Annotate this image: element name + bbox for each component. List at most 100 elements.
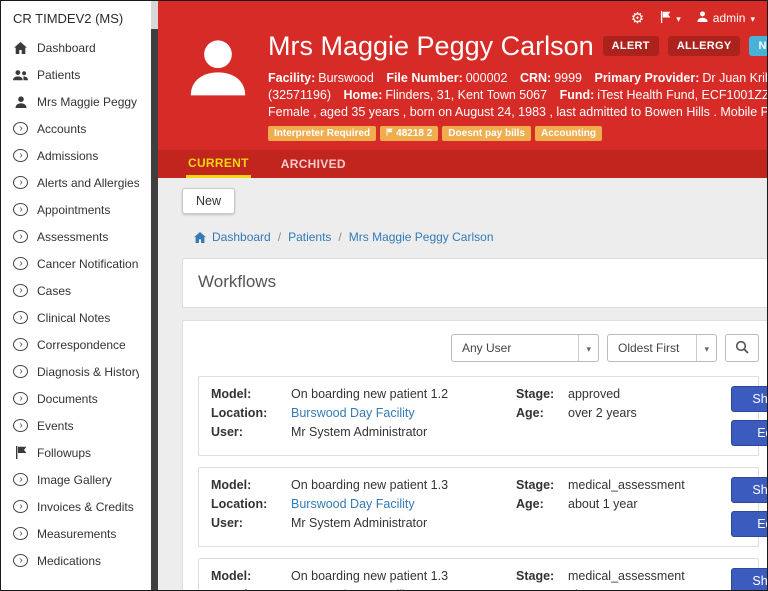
user-icon [697, 11, 708, 25]
sidebar-item-dashboard[interactable]: Dashboard [1, 34, 151, 61]
patient-tabs: CURRENT ARCHIVED [158, 150, 767, 178]
patient-info-line-2: (32571196) Home: Flinders, 31, Kent Town … [268, 87, 767, 104]
sidebar-item-correspondence[interactable]: Correspondence [1, 331, 151, 358]
crn-label: CRN: [519, 71, 552, 85]
sidebar-item-events[interactable]: Events [1, 412, 151, 439]
sidebar-item-label: Diagnosis & History [37, 364, 139, 379]
sidebar-item-clinical-notes[interactable]: Clinical Notes [1, 304, 151, 331]
sidebar-item-diagnosis-history[interactable]: Diagnosis & History [1, 358, 151, 385]
patient-info-line-3: Female , aged 35 years , born on August … [268, 105, 767, 119]
stage-value: medical_assessment [568, 478, 685, 492]
workflow-stage-fields: Stage: approved Age: over 2 years [516, 386, 731, 421]
sidebar-item-documents[interactable]: Documents [1, 385, 151, 412]
sidebar-scrollbar[interactable] [151, 1, 158, 590]
sidebar-item-label: Invoices & Credits [37, 499, 134, 514]
show-button[interactable]: Show [731, 477, 767, 503]
sidebar-item-medications[interactable]: Medications [1, 547, 151, 574]
caret-down-icon [750, 11, 755, 25]
sidebar-item-alerts-allergies[interactable]: Alerts and Allergies [1, 169, 151, 196]
sort-select[interactable]: Oldest First [607, 334, 717, 362]
flag-icon [660, 10, 671, 26]
settings-gear-icon[interactable]: ⚙ [631, 11, 644, 26]
stage-label: Stage: [516, 478, 555, 492]
workflows-title-panel: Workflows [182, 258, 767, 308]
breadcrumb-patient-name[interactable]: Mrs Maggie Peggy Carlson [331, 230, 494, 244]
chevron-circle-icon [13, 473, 28, 486]
home-icon[interactable] [194, 231, 206, 243]
sidebar-item-followups[interactable]: Followups [1, 439, 151, 466]
chevron-circle-icon [13, 122, 28, 135]
location-link[interactable]: Burswood Day Facility [291, 405, 516, 421]
workflows-title: Workflows [198, 272, 277, 291]
patient-info-line-1: Facility: Burswood File Number: 000002 CRN… [268, 70, 767, 87]
sidebar-item-assessments[interactable]: Assessments [1, 223, 151, 250]
workflow-card: Model: On boarding new patient 1.2 Locat… [198, 376, 767, 456]
location-label: Location: [211, 497, 268, 511]
sidebar-item-label: Correspondence [37, 337, 126, 352]
sidebar-item-patients[interactable]: Patients [1, 61, 151, 88]
primary-provider-label: Primary Provider: [594, 71, 700, 85]
patient-header: ⚙ admin Mrs Maggie Peggy Carlson [158, 1, 767, 178]
show-button[interactable]: Show [731, 386, 767, 412]
tab-current[interactable]: CURRENT [186, 150, 251, 178]
sidebar-item-label: Appointments [37, 202, 111, 217]
model-label: Model: [211, 569, 252, 583]
notice-badge[interactable]: NOTICE [749, 36, 767, 56]
user-filter-select[interactable]: Any User [451, 334, 599, 362]
model-value: On boarding new patient 1.3 [291, 569, 449, 583]
referrer-phone-value: (32571196) [268, 88, 332, 102]
search-button[interactable] [725, 334, 759, 362]
sidebar-title: CR TIMDEV2 (MS) [13, 11, 124, 26]
tag-interpreter-required: Interpreter Required [268, 126, 377, 141]
sidebar-item-appointments[interactable]: Appointments [1, 196, 151, 223]
sidebar-item-patient-name[interactable]: Mrs Maggie Peggy Carlson [1, 88, 151, 115]
sidebar-item-label: Assessments [37, 229, 109, 244]
age-label: Age: [516, 406, 544, 420]
edit-button[interactable]: Edit [731, 511, 767, 537]
tag-accounting: Accounting [534, 126, 602, 141]
show-button[interactable]: Show [731, 568, 767, 590]
edit-button[interactable]: Edit [731, 420, 767, 446]
chevron-circle-icon [13, 338, 28, 351]
sidebar-item-accounts[interactable]: Accounts [1, 115, 151, 142]
new-button[interactable]: New [182, 188, 236, 214]
sidebar-nav: Dashboard Patients Mrs Maggie Peggy Carl… [1, 34, 151, 574]
breadcrumb-dashboard[interactable]: Dashboard [212, 230, 271, 244]
location-link[interactable]: Burswood Day Facility [291, 587, 516, 590]
workflow-card: Model: On boarding new patient 1.3 Locat… [198, 467, 767, 547]
age-value: about 1 year [568, 497, 638, 511]
sidebar-item-label: Cases [37, 283, 72, 298]
app-window: CR TIMDEV2 (MS) Dashboard Patients Mrs M… [0, 0, 768, 591]
workflow-main-fields: Model: On boarding new patient 1.3 Locat… [211, 477, 516, 531]
sidebar-item-invoices-credits[interactable]: Invoices & Credits [1, 493, 151, 520]
header-topbar: ⚙ admin [158, 6, 767, 28]
age-value: over 2 years [568, 406, 637, 420]
chevron-circle-icon [13, 527, 28, 540]
sidebar-item-label: Events [37, 418, 74, 433]
sidebar-item-label: Followups [37, 445, 92, 460]
sidebar-item-label: Mrs Maggie Peggy Carlson [37, 94, 139, 109]
sidebar-item-label: Admissions [37, 148, 99, 163]
breadcrumb-patients[interactable]: Patients [271, 230, 331, 244]
chevron-circle-icon [13, 203, 28, 216]
sidebar-item-measurements[interactable]: Measurements [1, 520, 151, 547]
allergy-badge[interactable]: ALLERGY [667, 36, 741, 56]
tab-archived[interactable]: ARCHIVED [279, 150, 348, 178]
flag-menu[interactable] [660, 10, 681, 26]
chevron-circle-icon [13, 257, 28, 270]
sidebar-item-label: Documents [37, 391, 98, 406]
scrollbar-thumb[interactable] [151, 29, 158, 590]
location-link[interactable]: Burswood Day Facility [291, 496, 516, 512]
sidebar-item-cases[interactable]: Cases [1, 277, 151, 304]
facility-label: Facility: [268, 71, 316, 85]
sidebar-item-cancer-notifications[interactable]: Cancer Notifications [1, 250, 151, 277]
stage-label: Stage: [516, 569, 555, 583]
sidebar-item-label: Accounts [37, 121, 87, 136]
workflow-stage-fields: Stage: medical_assessment Age: about 1 y… [516, 568, 731, 590]
admin-menu[interactable]: admin [697, 11, 755, 25]
chevron-circle-icon [13, 554, 28, 567]
sidebar-item-image-gallery[interactable]: Image Gallery [1, 466, 151, 493]
sidebar-item-admissions[interactable]: Admissions [1, 142, 151, 169]
file-number-label: File Number: [386, 71, 463, 85]
alert-badge[interactable]: ALERT [602, 36, 659, 56]
